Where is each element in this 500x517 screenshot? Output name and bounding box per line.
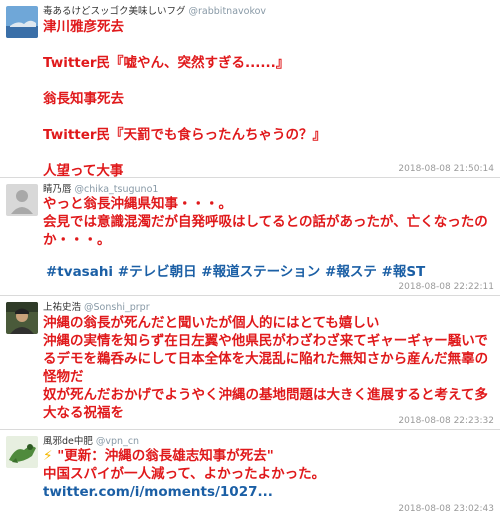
tweet-line: 沖縄の実情を知らず在日左翼や他県民がわざわざ来てギャーギャー騒いでるデモを鵜呑み… [43,333,489,385]
timestamp[interactable]: 2018-08-08 22:23:32 [398,416,494,426]
tweet-line: 会見では意識混濁だが自発呼吸はしてるとの話があったが、亡くなったのか・・・。 [43,214,488,248]
hashtags[interactable]: #tvasahi #テレビ朝日 #報道ステーション #報ステ #報ST [43,263,490,281]
display-name[interactable]: 毒あるけどスッゴク美味しいフグ [43,6,186,17]
display-name[interactable]: 上祐史浩 [43,302,81,313]
moment-link[interactable]: twitter.com/i/moments/1027... [43,483,490,501]
user-handle[interactable]: @vpn_cn [96,436,139,447]
lightning-icon: ⚡ [43,448,53,464]
tweet-1: 毒あるけどスッゴク美味しいフグ @rabbitnavokov 津川雅彦死去 Twi… [0,0,500,180]
tweet-text: ⚡ "更新：沖縄の翁長雄志知事が死去" 中国スパイが一人減って、よかったよかった… [43,447,490,501]
tweet-feed: 毒あるけどスッゴク美味しいフグ @rabbitnavokov 津川雅彦死去 Twi… [0,0,500,517]
tweet-line: 津川雅彦死去 [43,19,124,35]
tweet-4: 風邪de中肥 @vpn_cn ⚡ "更新：沖縄の翁長雄志知事が死去" 中国スパイが… [0,430,500,517]
user-handle[interactable]: @chika_tsuguno1 [75,184,159,195]
avatar[interactable] [6,184,38,216]
timestamp[interactable]: 2018-08-08 22:22:11 [398,282,494,292]
tweet-text: 津川雅彦死去 Twitter民『嘘やん、突然すぎる......』 翁長知事死去 … [43,18,490,180]
tweet-line: Twitter民『嘘やん、突然すぎる......』 [43,55,290,71]
user-handle[interactable]: @rabbitnavokov [189,6,267,17]
tweet-text: 沖縄の翁長が死んだと聞いたが個人的にはとても嬉しい 沖縄の実情を知らず在日左翼や… [43,314,490,422]
user-name-line: 上祐史浩 @Sonshi_prpr [43,299,150,313]
tweet-text: やっと翁長沖縄県知事・・・。 会見では意識混濁だが自発呼吸はしてるとの話があった… [43,195,490,281]
tweet-line: 翁長知事死去 [43,91,124,107]
avatar[interactable] [6,302,38,334]
user-handle[interactable]: @Sonshi_prpr [84,302,150,313]
tweet-3: 上祐史浩 @Sonshi_prpr 沖縄の翁長が死んだと聞いたが個人的にはとても嬉… [0,296,500,430]
user-name-line: 毒あるけどスッゴク美味しいフグ @rabbitnavokov [43,3,266,17]
user-name-line: 睛乃唇 @chika_tsuguno1 [43,181,158,195]
avatar[interactable] [6,6,38,38]
quote-line: ⚡ "更新：沖縄の翁長雄志知事が死去" [43,447,490,465]
tweet-line: やっと翁長沖縄県知事・・・。 [43,196,232,212]
user-name-line: 風邪de中肥 @vpn_cn [43,433,139,447]
tweet-line: 中国スパイが一人減って、よかったよかった。 [43,466,326,482]
timestamp[interactable]: 2018-08-08 23:02:43 [398,504,494,514]
display-name[interactable]: 風邪de中肥 [43,436,93,447]
display-name[interactable]: 睛乃唇 [43,184,72,195]
quote-text: "更新：沖縄の翁長雄志知事が死去" [57,448,274,464]
tweet-2: 睛乃唇 @chika_tsuguno1 やっと翁長沖縄県知事・・・。 会見では意識… [0,178,500,296]
tweet-line: Twitter民『天罰でも食らったんちゃうの？』 [43,127,327,143]
timestamp[interactable]: 2018-08-08 21:50:14 [398,164,494,174]
avatar[interactable] [6,436,38,468]
tweet-line: 沖縄の翁長が死んだと聞いたが個人的にはとても嬉しい [43,315,380,331]
